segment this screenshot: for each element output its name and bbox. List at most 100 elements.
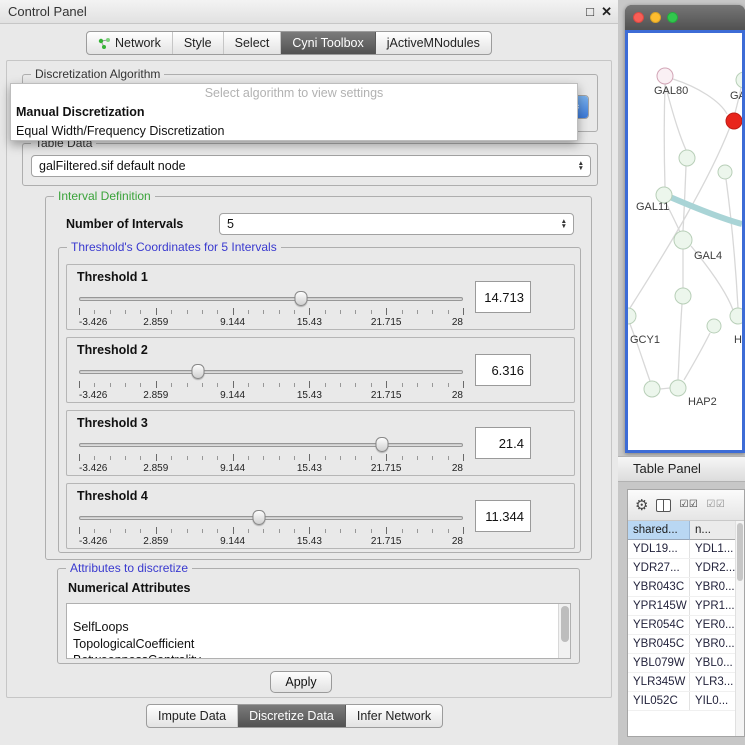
tick-label: 15.43 <box>297 390 322 401</box>
table-panel-header[interactable]: Table Panel <box>618 456 745 482</box>
network-node-gal4[interactable] <box>674 231 692 249</box>
tick-mark <box>217 529 218 533</box>
table-row[interactable]: YLR345WYLR3... <box>628 673 744 692</box>
scrollbar-thumb[interactable] <box>561 606 569 642</box>
tab-select[interactable]: Select <box>224 32 282 54</box>
network-node[interactable] <box>675 288 691 304</box>
network-node[interactable] <box>644 381 660 397</box>
column-header-shared-name[interactable]: shared... <box>628 521 690 540</box>
table-scrollbar[interactable] <box>735 521 744 736</box>
table-row[interactable]: YDR27...YDR2... <box>628 559 744 578</box>
tick-mark <box>217 310 218 314</box>
thresholds-group: Threshold's Coordinates for 5 Intervals … <box>58 247 581 553</box>
threshold-slider[interactable] <box>79 437 463 453</box>
table-row[interactable]: YDL19...YDL1... <box>628 540 744 559</box>
threshold-value-field[interactable] <box>475 354 531 386</box>
algorithm-dropdown-popup: Select algorithm to view settingsManual … <box>10 83 578 141</box>
list-item-selfloops[interactable]: SelfLoops <box>67 619 557 636</box>
tab-style[interactable]: Style <box>173 32 224 54</box>
tick-mark <box>402 383 403 387</box>
popup-option-manual-discretization[interactable]: Manual Discretization <box>11 103 577 122</box>
threshold-slider[interactable] <box>79 291 463 307</box>
tab-jactivemnodules[interactable]: jActiveMNodules <box>376 32 491 54</box>
tab-impute-data[interactable]: Impute Data <box>147 705 238 727</box>
threshold-value-field[interactable] <box>475 281 531 313</box>
table-row[interactable]: YBR045CYBR0... <box>628 635 744 654</box>
network-node[interactable] <box>726 113 742 129</box>
slider-thumb[interactable] <box>376 437 389 452</box>
threshold-value-field[interactable] <box>475 500 531 532</box>
select-none-icon[interactable]: ☑☑ <box>706 500 725 510</box>
table-data-select[interactable]: galFiltered.sif default node ▲▼ <box>31 155 591 177</box>
network-node-gal80[interactable] <box>657 68 673 84</box>
stepper-icon[interactable]: ▲▼ <box>578 161 584 171</box>
network-canvas[interactable]: GAL80GAGAL11GAL4GCY1HHAP2 <box>628 33 742 450</box>
slider-thumb[interactable] <box>294 291 307 306</box>
zoom-traffic-light-icon[interactable] <box>667 12 678 23</box>
table-row[interactable]: YER054CYER0... <box>628 616 744 635</box>
network-node-label: H <box>734 334 742 346</box>
list-item-topologicalcoefficient[interactable]: TopologicalCoefficient <box>67 636 557 653</box>
select-all-icon[interactable]: ☑☑ <box>679 500 698 510</box>
tick-mark <box>432 529 433 533</box>
tick-mark <box>171 310 172 314</box>
tick-mark <box>140 529 141 533</box>
table-row[interactable]: YBL079WYBL0... <box>628 654 744 673</box>
tick-mark <box>417 529 418 533</box>
tick-label: 28 <box>452 317 463 328</box>
tick-mark <box>94 529 95 533</box>
tab-label: Discretize Data <box>249 709 334 723</box>
list-scrollbar[interactable] <box>558 604 570 658</box>
tab-discretize-data[interactable]: Discretize Data <box>238 705 346 727</box>
network-node-h[interactable] <box>730 308 742 324</box>
tick-mark <box>94 383 95 387</box>
attributes-group: Attributes to discretize Numerical Attri… <box>57 568 580 664</box>
scrollbar-thumb[interactable] <box>737 523 743 581</box>
close-traffic-light-icon[interactable] <box>633 12 644 23</box>
columns-icon[interactable] <box>656 499 671 512</box>
tab-cyni-toolbox[interactable]: Cyni Toolbox <box>281 32 375 54</box>
control-panel-window: Control Panel □ ✕ NetworkStyleSelectCyni… <box>0 0 620 745</box>
list-item-betweennesscentrality[interactable]: BetweennessCentrality <box>67 652 557 659</box>
tick-mark <box>309 454 310 461</box>
tick-mark <box>294 310 295 314</box>
threshold-value-field[interactable] <box>475 427 531 459</box>
tick-mark <box>309 527 310 534</box>
apply-button[interactable]: Apply <box>270 671 332 693</box>
table-row[interactable]: YPR145WYPR1... <box>628 597 744 616</box>
network-node-hap2[interactable] <box>670 380 686 396</box>
close-icon[interactable]: ✕ <box>601 4 612 20</box>
network-node[interactable] <box>718 165 732 179</box>
threshold-slider[interactable] <box>79 510 463 526</box>
tick-mark <box>279 383 280 387</box>
network-edge <box>664 84 665 187</box>
network-window-titlebar[interactable] <box>625 5 745 30</box>
tick-mark <box>386 454 387 461</box>
network-node-gcy1[interactable] <box>628 308 636 324</box>
network-node[interactable] <box>707 319 721 333</box>
slider-thumb[interactable] <box>253 510 266 525</box>
tick-mark <box>125 529 126 533</box>
network-node[interactable] <box>679 150 695 166</box>
tab-network[interactable]: Network <box>87 32 173 54</box>
control-panel-titlebar: Control Panel □ ✕ <box>0 0 620 24</box>
tick-mark <box>386 527 387 534</box>
popup-option-equal-width-frequency-discretization[interactable]: Equal Width/Frequency Discretization <box>11 122 577 141</box>
stepper-icon[interactable]: ▲▼ <box>561 219 567 229</box>
numerical-attributes-list[interactable]: SelfLoopsTopologicalCoefficientBetweenne… <box>66 603 571 659</box>
gear-icon[interactable]: ⚙ <box>635 498 648 513</box>
tick-label: 2.859 <box>143 463 168 474</box>
table-row[interactable]: YBR043CYBR0... <box>628 578 744 597</box>
network-node-ga[interactable] <box>736 72 742 88</box>
minimize-traffic-light-icon[interactable] <box>650 12 661 23</box>
tab-infer-network[interactable]: Infer Network <box>346 705 442 727</box>
threshold-slider[interactable] <box>79 364 463 380</box>
slider-track <box>79 297 463 301</box>
slider-thumb[interactable] <box>192 364 205 379</box>
popup-placeholder-option[interactable]: Select algorithm to view settings <box>11 84 577 103</box>
tick-mark <box>279 456 280 460</box>
tick-mark <box>156 381 157 388</box>
float-window-icon[interactable]: □ <box>586 4 594 19</box>
number-of-intervals-select[interactable]: 5 ▲▼ <box>219 213 574 235</box>
table-row[interactable]: YIL052CYIL0... <box>628 692 744 711</box>
